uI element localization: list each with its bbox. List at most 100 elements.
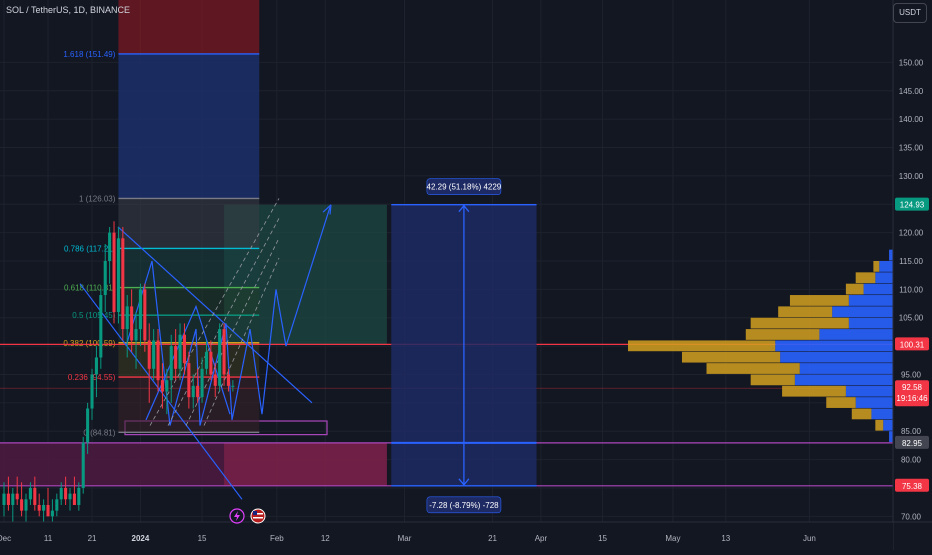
candle-body — [99, 295, 103, 358]
time-tick-label: 15 — [598, 534, 607, 543]
vp-up-bar — [750, 374, 795, 386]
price-tick-label: 140.00 — [899, 115, 924, 124]
candle-body — [81, 442, 85, 488]
currency-unit-button[interactable]: USDT — [893, 3, 927, 23]
time-tick-label: 15 — [198, 534, 207, 543]
price-tick-label: 105.00 — [899, 314, 924, 323]
candle-body — [130, 306, 134, 341]
price-tick-label: 110.00 — [899, 285, 923, 294]
vp-down-bar — [855, 397, 893, 408]
candle-body — [134, 329, 138, 341]
vp-up-bar — [789, 295, 849, 306]
vp-down-bar — [848, 295, 893, 306]
vp-down-bar — [879, 261, 893, 272]
candle-body — [200, 368, 204, 398]
vp-down-bar — [863, 283, 893, 295]
candle-body — [15, 493, 19, 500]
time-tick-label: 21 — [488, 534, 497, 543]
price-label-text: 100.31 — [900, 340, 925, 349]
price-tick-label: 135.00 — [899, 144, 924, 153]
price-tick-label: 85.00 — [901, 427, 922, 436]
flag-canton — [253, 511, 257, 515]
vp-up-bar — [826, 397, 856, 408]
price-tick-label: 150.00 — [899, 58, 924, 67]
price-tick-label: 130.00 — [899, 172, 924, 181]
candle-body — [178, 334, 182, 369]
candle-body — [156, 340, 160, 381]
candle-body — [125, 306, 129, 330]
price-chart[interactable]: 1.618 (151.49) 1 (126.03) 0.786 (117.21) 0.… — [0, 0, 932, 550]
price-range-measure[interactable]: 42.29 (51.18%) 4229 -7.28 (-8.79%) -728 — [391, 178, 537, 514]
vp-up-bar — [628, 340, 776, 352]
fib-level-label: 0.786 (117.21) — [64, 244, 116, 253]
last-price-text: 92.58 — [902, 383, 923, 392]
vp-down-bar — [775, 340, 893, 352]
candle-body — [222, 329, 226, 375]
fib-level-label: 0.618 (110.31) — [64, 284, 116, 293]
vp-down-bar — [848, 317, 893, 329]
price-tick-label: 115.00 — [899, 257, 923, 266]
price-axis-bg — [893, 0, 932, 550]
candle-body — [108, 232, 112, 261]
candle-body — [112, 232, 116, 313]
price-tick-label: 95.00 — [901, 370, 922, 379]
candle-body — [11, 493, 15, 505]
candle-body — [68, 493, 72, 500]
vp-down-bar — [875, 272, 893, 284]
candle-body — [121, 238, 125, 330]
price-tick-label: 120.00 — [899, 229, 924, 238]
vp-down-bar — [780, 351, 893, 363]
vp-down-bar — [871, 408, 893, 420]
countdown-text: 19:16:46 — [896, 394, 928, 403]
candle-body — [20, 499, 24, 511]
candle-body — [196, 385, 200, 398]
volume-profile — [628, 249, 893, 442]
time-axis[interactable]: Dec 11 21 2024 15 Feb 12 Mar 21 Apr 15 May 13 Jun — [0, 521, 932, 550]
candle-body — [37, 504, 41, 511]
chart-stage[interactable]: 1.618 (151.49) 1 (126.03) 0.786 (117.21) 0.… — [0, 0, 932, 550]
candle-body — [174, 346, 178, 369]
vp-up-bar — [851, 408, 872, 420]
candle-body — [160, 380, 164, 392]
vp-up-bar — [782, 385, 846, 397]
time-tick-label: Mar — [398, 534, 412, 543]
vp-up-bar — [745, 329, 820, 340]
time-tick-label: Dec — [0, 534, 11, 543]
candle-body — [28, 487, 32, 500]
candle-body — [77, 487, 81, 505]
stop-zone — [224, 442, 387, 486]
fib-band — [118, 198, 260, 249]
price-label-text: 75.38 — [902, 482, 923, 491]
time-tick-label: 2024 — [132, 534, 150, 543]
fib-level-label: 1 (126.03) — [79, 194, 116, 203]
candle-body — [55, 499, 59, 511]
time-tick-label: May — [665, 534, 680, 543]
candle-body — [231, 385, 235, 387]
fib-extension-zone — [118, 53, 260, 199]
vp-down-bar — [799, 363, 893, 374]
candle-body — [182, 334, 186, 364]
candle-body — [90, 374, 94, 409]
vp-down-bar — [794, 374, 893, 386]
vp-down-bar — [889, 249, 893, 261]
time-tick-label: Feb — [270, 534, 284, 543]
price-axis[interactable]: 150.00145.00140.00135.00130.00125.00120.… — [892, 0, 932, 550]
fib-top-zone — [118, 0, 260, 54]
price-tick-label: 70.00 — [901, 512, 922, 521]
candle-body — [143, 289, 147, 341]
candle-body — [86, 408, 90, 443]
candle-body — [2, 493, 6, 505]
time-tick-label: Apr — [535, 534, 548, 543]
vp-up-bar — [706, 363, 800, 374]
candle-body — [226, 374, 230, 386]
candle-body — [24, 499, 28, 511]
vp-up-bar — [778, 306, 833, 318]
candle-body — [42, 504, 46, 511]
time-tick-label: Jun — [803, 534, 816, 543]
measure-upper-label: 42.29 (51.18%) 4229 — [427, 183, 502, 192]
candle-body — [187, 363, 191, 398]
vp-down-bar — [889, 431, 893, 442]
candle-body — [46, 504, 50, 517]
vp-down-bar — [832, 306, 893, 318]
vp-down-bar — [845, 385, 893, 397]
